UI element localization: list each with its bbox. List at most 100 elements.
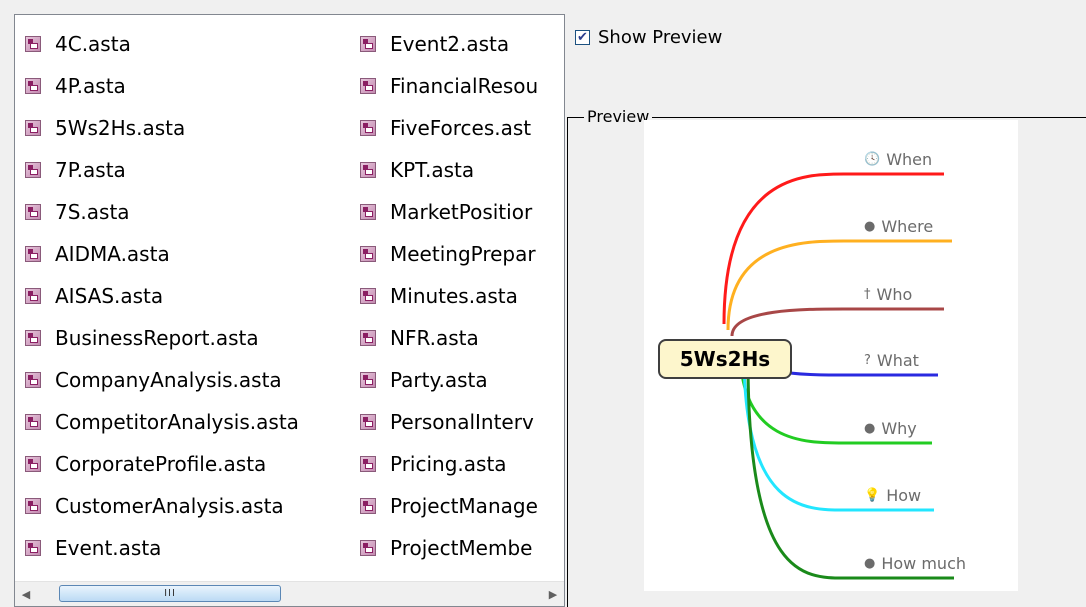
file-name: AIDMA.asta: [55, 242, 170, 266]
asta-file-icon: [25, 414, 41, 430]
file-item[interactable]: NFR.asta: [360, 317, 564, 359]
mindmap-branch-why: ● Why: [864, 419, 917, 438]
asta-file-icon: [360, 78, 376, 94]
mindmap-branch-how-much: ● How much: [864, 554, 966, 573]
mindmap-branch-label: Where: [881, 217, 934, 236]
checkmark-icon: ✔: [577, 30, 588, 45]
show-preview-label: Show Preview: [598, 27, 723, 48]
file-item[interactable]: CorporateProfile.asta: [25, 443, 299, 485]
scrollbar-thumb[interactable]: III: [59, 585, 281, 602]
file-name: 7P.asta: [55, 158, 126, 182]
file-name: Pricing.asta: [390, 452, 507, 476]
file-name: CompanyAnalysis.asta: [55, 368, 282, 392]
show-preview-checkbox[interactable]: ✔: [575, 30, 590, 45]
file-item[interactable]: ProjectManage: [360, 485, 564, 527]
asta-file-icon: [360, 36, 376, 52]
file-item[interactable]: 7P.asta: [25, 149, 299, 191]
file-item[interactable]: PersonalInterv: [360, 401, 564, 443]
mindmap-branch-label: Who: [876, 285, 913, 304]
coins-icon: ●: [864, 556, 876, 571]
file-name: 7S.asta: [55, 200, 130, 224]
asta-file-icon: [25, 120, 41, 136]
file-list-panel[interactable]: 4C.asta 4P.asta 5Ws2Hs.asta 7P.asta 7S.asta A…: [14, 14, 565, 607]
file-name: 4P.asta: [55, 74, 126, 98]
mindmap-branch-what: ? What: [864, 351, 919, 370]
file-name: ProjectMembe: [390, 536, 533, 560]
asta-file-icon: [360, 162, 376, 178]
file-item[interactable]: Event2.asta: [360, 23, 564, 65]
mindmap-branch-label: When: [886, 150, 933, 169]
file-name: 5Ws2Hs.asta: [55, 116, 186, 140]
file-item[interactable]: MarketPositior: [360, 191, 564, 233]
file-item[interactable]: BusinessReport.asta: [25, 317, 299, 359]
asta-file-icon: [360, 246, 376, 262]
file-item[interactable]: ProjectMembe: [360, 527, 564, 569]
mindmap-branch-line: [726, 239, 952, 331]
asta-file-icon: [360, 288, 376, 304]
file-list-column-1: 4C.asta 4P.asta 5Ws2Hs.asta 7P.asta 7S.asta A…: [25, 23, 299, 569]
asta-file-icon: [25, 162, 41, 178]
file-name: FinancialResou: [390, 74, 539, 98]
file-name: FiveForces.ast: [390, 116, 532, 140]
asta-file-icon: [360, 540, 376, 556]
mindmap-branch-where: ● Where: [864, 217, 933, 236]
asta-file-icon: [25, 372, 41, 388]
file-item[interactable]: Event.asta: [25, 527, 299, 569]
file-item[interactable]: FiveForces.ast: [360, 107, 564, 149]
mindmap-branch-line: [746, 359, 954, 580]
asta-file-icon: [25, 540, 41, 556]
asta-file-icon: [360, 456, 376, 472]
file-name: MarketPositior: [390, 200, 533, 224]
file-item[interactable]: CustomerAnalysis.asta: [25, 485, 299, 527]
asta-file-icon: [25, 78, 41, 94]
file-item[interactable]: Party.asta: [360, 359, 564, 401]
file-item[interactable]: KPT.asta: [360, 149, 564, 191]
file-name: CorporateProfile.asta: [55, 452, 267, 476]
asta-file-icon: [25, 456, 41, 472]
file-item[interactable]: 7S.asta: [25, 191, 299, 233]
file-item[interactable]: 4C.asta: [25, 23, 299, 65]
file-item[interactable]: MeetingPrepar: [360, 233, 564, 275]
clock-icon: 🕓: [864, 152, 881, 167]
file-item[interactable]: AIDMA.asta: [25, 233, 299, 275]
file-name: Event.asta: [55, 536, 162, 560]
file-name: PersonalInterv: [390, 410, 534, 434]
file-item[interactable]: 4P.asta: [25, 65, 299, 107]
mindmap-branch-who: † Who: [864, 285, 912, 304]
file-name: KPT.asta: [390, 158, 475, 182]
file-name: 4C.asta: [55, 32, 131, 56]
asta-file-icon: [360, 330, 376, 346]
file-item[interactable]: CompanyAnalysis.asta: [25, 359, 299, 401]
file-item[interactable]: Pricing.asta: [360, 443, 564, 485]
confused-face-icon: ●: [864, 421, 876, 436]
scroll-left-arrow-icon[interactable]: ◀: [15, 582, 37, 606]
mindmap-preview: 5Ws2Hs 🕓 When ● Where † Who? What ● Why 💡 How ● How …: [644, 120, 1018, 591]
show-preview-option[interactable]: ✔ Show Preview: [575, 27, 722, 48]
scroll-right-arrow-icon[interactable]: ▶: [542, 582, 564, 606]
asta-file-icon: [25, 36, 41, 52]
scrollbar-grip: III: [164, 588, 176, 599]
mindmap-branch-when: 🕓 When: [864, 150, 932, 169]
mindmap-branch-label: Why: [881, 419, 917, 438]
file-item[interactable]: Minutes.asta: [360, 275, 564, 317]
mindmap-center-topic: 5Ws2Hs: [658, 339, 792, 379]
file-item[interactable]: FinancialResou: [360, 65, 564, 107]
lightbulb-icon: 💡: [864, 488, 881, 503]
mindmap-branch-label: What: [876, 351, 919, 370]
file-name: CustomerAnalysis.asta: [55, 494, 284, 518]
asta-file-icon: [25, 204, 41, 220]
asta-file-icon: [25, 288, 41, 304]
horizontal-scrollbar[interactable]: ◀ III ▶: [15, 581, 564, 606]
preview-legend: Preview: [584, 107, 653, 127]
asta-file-icon: [25, 246, 41, 262]
asta-file-icon: [360, 204, 376, 220]
globe-icon: ●: [864, 219, 876, 234]
file-name: AISAS.asta: [55, 284, 164, 308]
file-name: CompetitorAnalysis.asta: [55, 410, 299, 434]
file-item[interactable]: AISAS.asta: [25, 275, 299, 317]
file-item[interactable]: CompetitorAnalysis.asta: [25, 401, 299, 443]
file-item[interactable]: 5Ws2Hs.asta: [25, 107, 299, 149]
file-name: Minutes.asta: [390, 284, 518, 308]
asta-file-icon: [360, 120, 376, 136]
file-name: Party.asta: [390, 368, 488, 392]
